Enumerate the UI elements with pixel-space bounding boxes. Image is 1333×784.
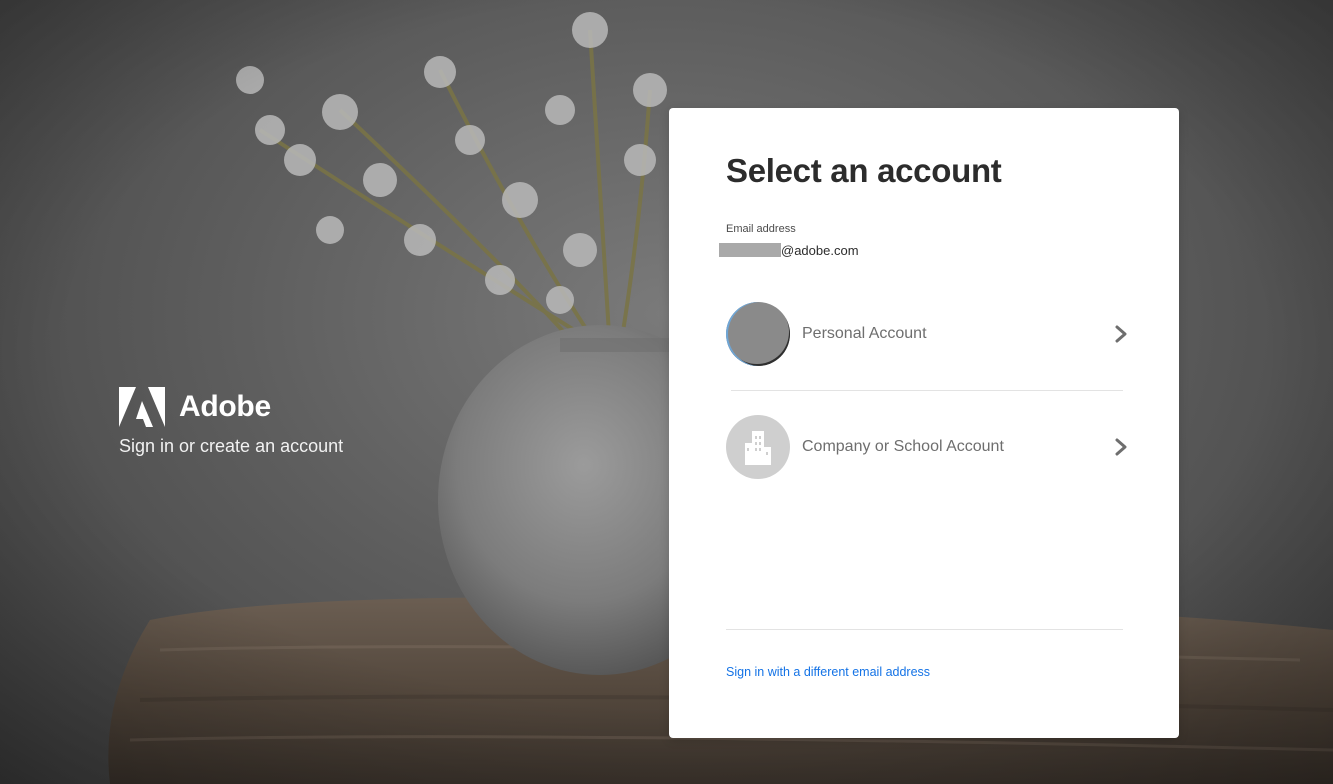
email-redacted-block [719,243,781,257]
email-display: @adobe.com [719,242,859,258]
building-glyph [745,431,771,465]
divider [731,390,1123,391]
brand-header: Adobe [119,386,343,428]
personal-account-option[interactable]: Personal Account [726,302,1128,366]
email-domain: @adobe.com [781,242,859,258]
building-icon [726,415,790,479]
brand-tagline: Sign in or create an account [119,436,344,456]
email-label: Email address [726,223,796,235]
chevron-right-icon [1115,438,1127,456]
personal-account-label: Personal Account [802,325,927,342]
brand-panel: Adobe Sign in or create an account [119,386,343,457]
company-account-label: Company or School Account [802,438,1004,455]
page-title: Select an account [726,152,1002,189]
different-email-link[interactable]: Sign in with a different email address [726,665,930,679]
company-account-option[interactable]: Company or School Account [726,415,1128,479]
divider [726,629,1123,630]
account-selection-card: Select an account Email address @adobe.c… [669,108,1179,738]
adobe-logo-icon [119,387,165,427]
brand-name: Adobe [179,390,271,423]
user-avatar-icon [726,302,790,366]
chevron-right-icon [1115,325,1127,343]
